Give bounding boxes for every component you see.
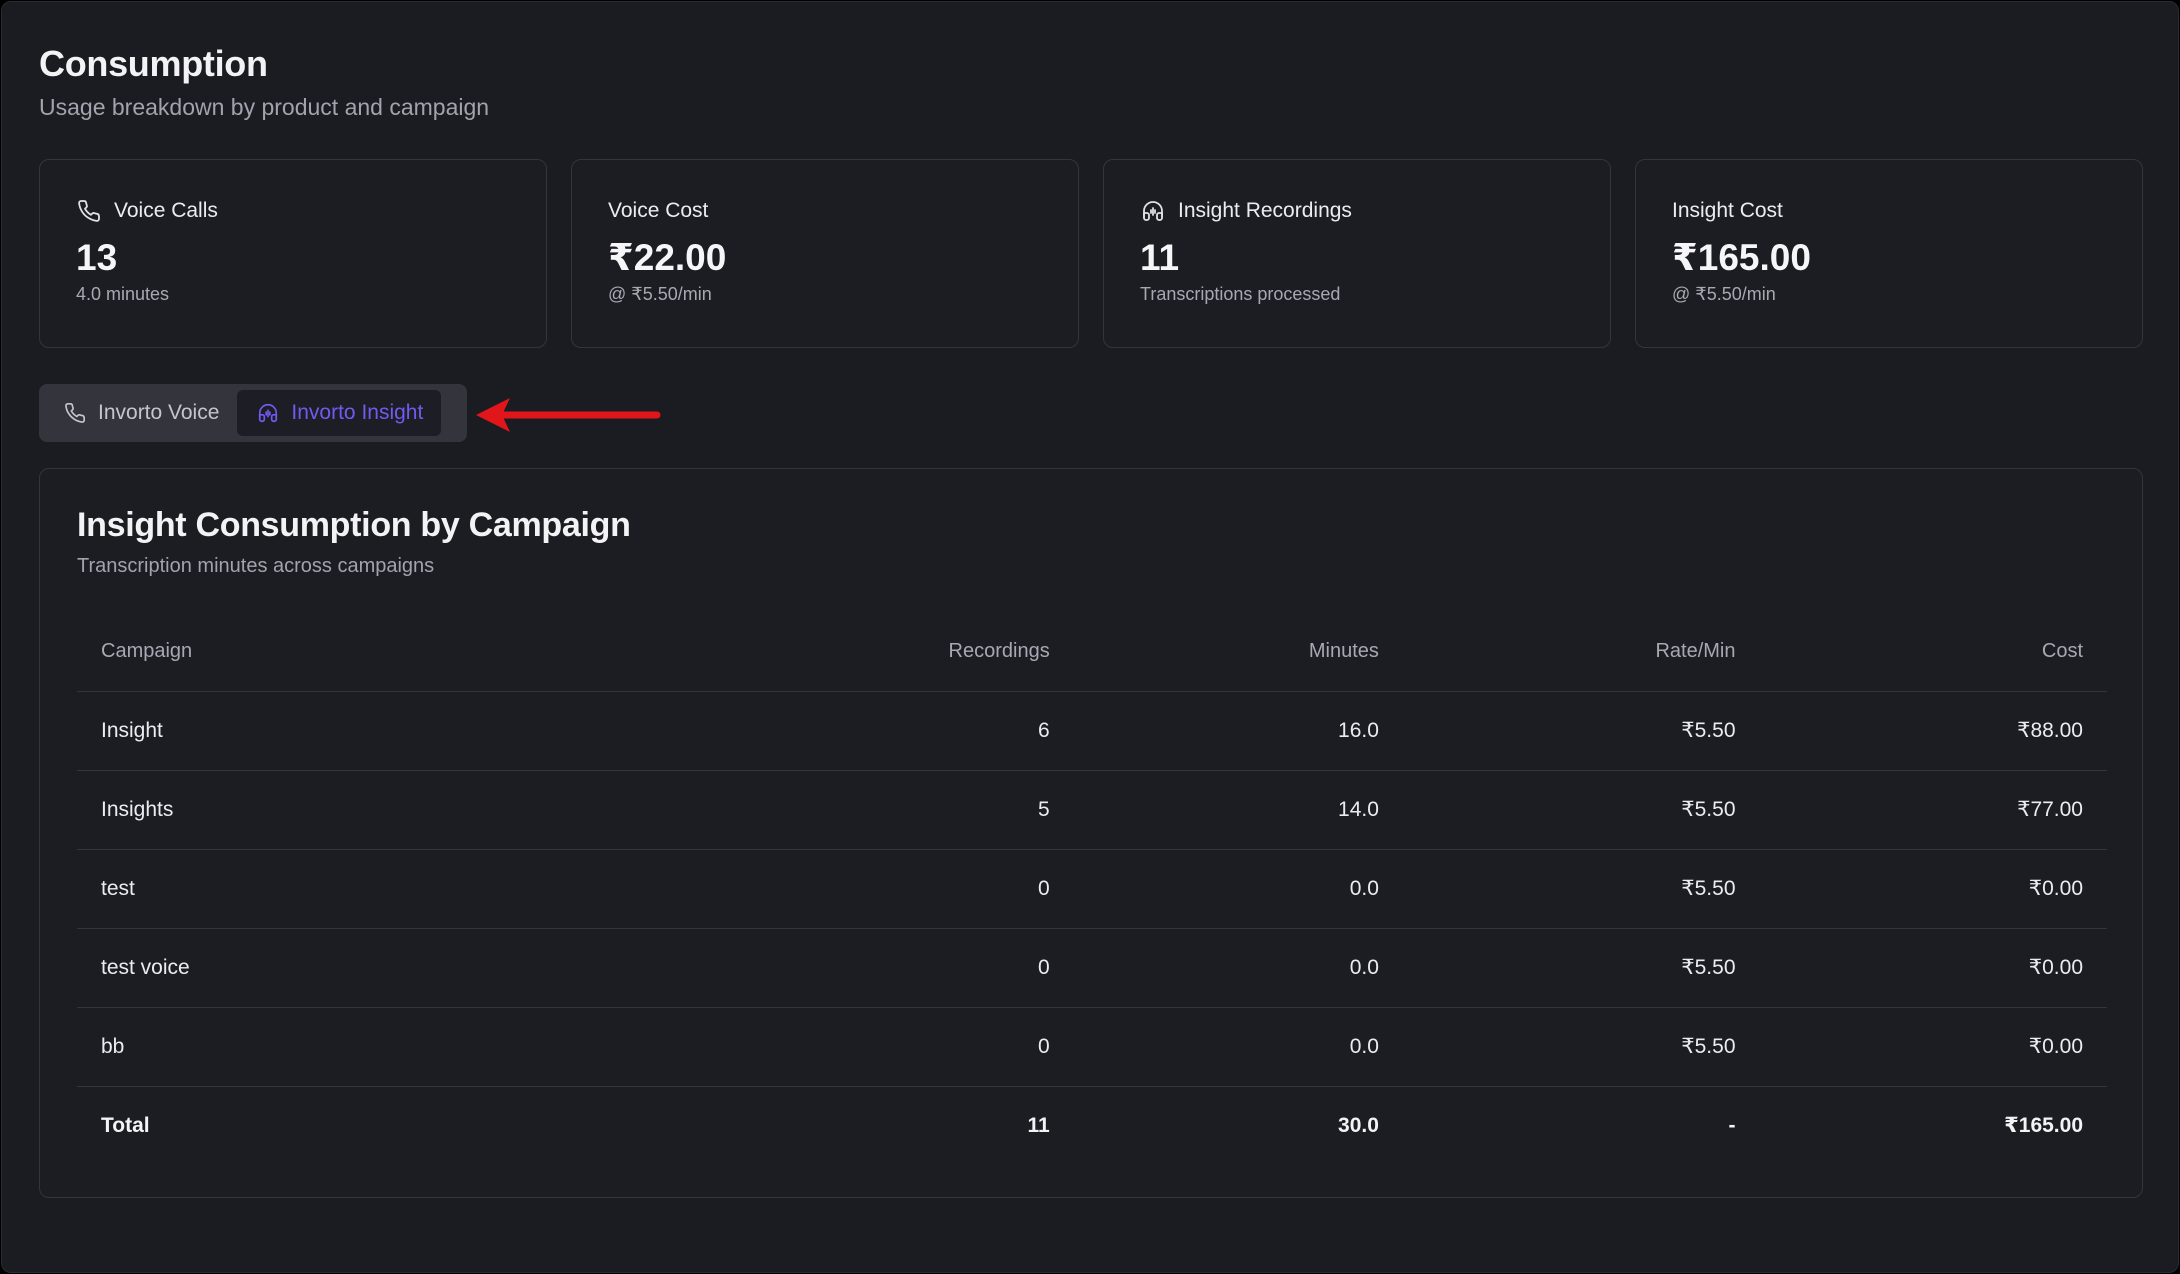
headphones-icon [255,400,281,426]
cell-total-cost: ₹165.00 [2004,1114,2083,1138]
cell-cost: ₹0.00 [1759,1007,2107,1087]
tab-invorto-insight[interactable]: Invorto Insight [237,390,442,436]
page-header: Consumption Usage breakdown by product a… [39,40,489,124]
table-row: test voice 0 0.0 ₹5.50 ₹0.00 [77,928,2107,1008]
stat-card-voice-calls: Voice Calls 13 4.0 minutes [39,159,547,348]
stat-value: ₹22.00 [608,237,727,278]
stat-label: Voice Calls [114,199,218,222]
cell-minutes: 0.0 [1073,928,1403,1008]
stat-card-insight-cost: Insight Cost ₹165.00 @ ₹5.50/min [1635,159,2143,348]
headphones-icon [1140,198,1166,224]
cell-minutes: 0.0 [1073,849,1403,929]
cell-minutes: 14.0 [1073,770,1403,850]
table-row: Insight 6 16.0 ₹5.50 ₹88.00 [77,691,2107,771]
tab-invorto-voice[interactable]: Invorto Voice [44,390,237,436]
cell-recordings: 0 [808,1007,1074,1087]
phone-icon [76,198,102,224]
cell-rate: ₹5.50 [1402,770,1760,850]
stat-sub: @ ₹5.50/min [1672,284,1776,304]
page-subtitle: Usage breakdown by product and campaign [39,94,490,120]
cell-rate: ₹5.50 [1402,849,1760,929]
cell-recordings: 5 [808,770,1074,850]
stat-sub: Transcriptions processed [1140,284,1341,304]
tab-label: Invorto Insight [291,401,424,424]
stat-label: Voice Cost [608,199,709,222]
stat-value: 11 [1140,237,1180,278]
cell-total-recordings: 11 [1027,1113,1050,1137]
column-header-minutes: Minutes [1073,612,1403,692]
cell-minutes: 0.0 [1073,1007,1403,1087]
stat-sub: 4.0 minutes [76,284,170,304]
phone-icon [62,400,88,426]
cell-recordings: 0 [808,928,1074,1008]
red-arrow-annotation [476,398,661,432]
stat-label: Insight Recordings [1178,199,1352,222]
cell-campaign: Insights [77,770,809,850]
cell-cost: ₹88.00 [1759,691,2107,771]
campaign-table: Campaign Recordings Minutes Rate/Min Cos… [77,612,2107,1165]
stat-label: Insight Cost [1672,199,1783,222]
table-header-row: Campaign Recordings Minutes Rate/Min Cos… [77,612,2107,692]
cell-campaign: Insight [77,691,809,771]
table-row: Insights 5 14.0 ₹5.50 ₹77.00 [77,770,2107,850]
tab-label: Invorto Voice [98,401,220,424]
column-header-rate: Rate/Min [1402,612,1760,692]
cell-campaign: bb [77,1007,809,1087]
cell-campaign: test [77,849,809,929]
cell-recordings: 6 [808,691,1074,771]
cell-recordings: 0 [808,849,1074,929]
stats-row: Voice Calls 13 4.0 minutes Voice Cost ₹2… [39,159,2143,348]
insight-consumption-card: Insight Consumption by Campaign Transcri… [39,468,2143,1198]
cell-total-label: Total [101,1113,150,1137]
cell-cost: ₹0.00 [1759,849,2107,929]
column-header-cost: Cost [1759,612,2107,692]
cell-cost: ₹77.00 [1759,770,2107,850]
stat-value: 13 [76,237,118,278]
cell-total-minutes: 30.0 [1338,1113,1379,1137]
stat-card-voice-cost: Voice Cost ₹22.00 @ ₹5.50/min [571,159,1079,348]
cell-minutes: 16.0 [1073,691,1403,771]
product-tabs: Invorto Voice Invorto Insight [39,384,467,442]
cell-rate: ₹5.50 [1402,1007,1760,1087]
table-subtitle: Transcription minutes across campaigns [77,555,435,577]
table-row: bb 0 0.0 ₹5.50 ₹0.00 [77,1007,2107,1087]
table-title: Insight Consumption by Campaign [77,506,631,544]
cell-campaign: test voice [77,928,809,1008]
cell-rate: ₹5.50 [1402,691,1760,771]
page-title: Consumption [39,43,268,84]
stat-value: ₹165.00 [1672,237,1811,278]
column-header-recordings: Recordings [808,612,1074,692]
cell-cost: ₹0.00 [1759,928,2107,1008]
table-row: test 0 0.0 ₹5.50 ₹0.00 [77,849,2107,929]
table-total-row: Total 11 30.0 - ₹165.00 [77,1086,2107,1165]
app-window: Consumption Usage breakdown by product a… [1,1,2179,1273]
stat-sub: @ ₹5.50/min [608,284,712,304]
column-header-campaign: Campaign [77,612,809,692]
stat-card-insight-recordings: Insight Recordings 11 Transcriptions pro… [1103,159,1611,348]
cell-rate: ₹5.50 [1402,928,1760,1008]
cell-total-rate: - [1728,1113,1736,1137]
